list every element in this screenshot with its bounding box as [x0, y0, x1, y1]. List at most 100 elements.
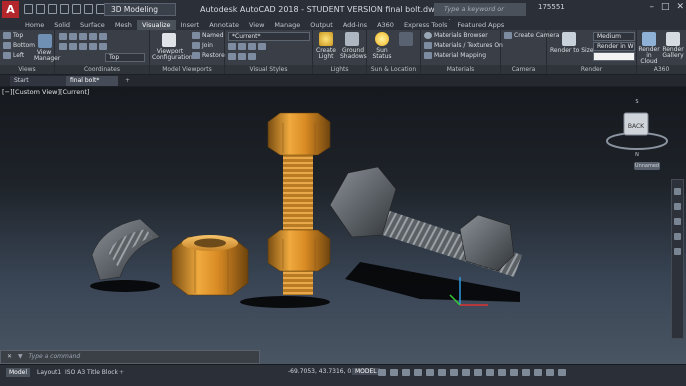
tab-manage[interactable]: Manage	[269, 20, 305, 30]
hardware-acceleration-icon[interactable]	[534, 369, 542, 376]
full-navigation-wheel-icon[interactable]	[674, 188, 681, 195]
silhouette-icon[interactable]	[258, 43, 266, 50]
clean-screen-icon[interactable]	[546, 369, 554, 376]
close-command-line-icon[interactable]: ✕	[7, 353, 12, 360]
snap-icon[interactable]	[390, 369, 398, 376]
tab-solid[interactable]: Solid	[49, 20, 75, 30]
undo-icon[interactable]	[84, 4, 93, 14]
wcs-menu[interactable]: Unnamed	[634, 162, 660, 170]
ortho-icon[interactable]	[402, 369, 410, 376]
autocad-logo-icon[interactable]: A	[2, 1, 19, 18]
opacity-icon[interactable]	[248, 53, 256, 60]
tab-surface[interactable]: Surface	[75, 20, 110, 30]
color-icon[interactable]	[238, 53, 246, 60]
render-cloud-label[interactable]: Render in Cloud	[638, 47, 660, 65]
ucs-world-icon[interactable]	[69, 33, 77, 40]
render-cloud-icon[interactable]	[642, 32, 656, 46]
join-viewports[interactable]: Join	[192, 42, 213, 49]
ucs-z-icon[interactable]	[79, 43, 87, 50]
render-target-dropdown[interactable]: Render in Wi...	[593, 42, 635, 51]
face-style-icon[interactable]	[238, 43, 246, 50]
tab-express-tools[interactable]: Express Tools	[399, 20, 452, 30]
tab-start[interactable]: Start	[10, 76, 66, 86]
search-input[interactable]: Type a keyword or phrase	[434, 3, 526, 26]
coordinates-dropdown[interactable]: Top	[105, 53, 145, 62]
save-as-icon[interactable]	[60, 4, 69, 14]
edge-icon[interactable]	[228, 43, 236, 50]
view-manager-icon[interactable]	[38, 34, 52, 48]
materials-browser[interactable]: Materials Browser	[424, 32, 488, 39]
orbit-icon[interactable]	[674, 233, 681, 240]
plot-icon[interactable]	[72, 4, 81, 14]
ucs-previous-icon[interactable]	[79, 33, 87, 40]
sun-icon[interactable]	[375, 32, 389, 46]
ucs-x-icon[interactable]	[59, 43, 67, 50]
ucs-icon[interactable]	[59, 33, 67, 40]
annotation-scale-icon[interactable]	[498, 369, 506, 376]
create-light-icon[interactable]	[319, 32, 333, 46]
render-gallery-icon[interactable]	[666, 32, 680, 46]
isolate-objects-icon[interactable]	[522, 369, 530, 376]
3d-osnap-icon[interactable]	[450, 369, 458, 376]
maximize-icon[interactable]: □	[661, 2, 670, 12]
viewcube[interactable]: BACK S N	[602, 93, 672, 163]
steel-bolt[interactable]	[329, 166, 522, 277]
pan-icon[interactable]	[674, 203, 681, 210]
isodraft-icon[interactable]	[426, 369, 434, 376]
new-tab-button[interactable]: +	[121, 76, 131, 86]
tab-visualize[interactable]: Visualize	[136, 20, 176, 30]
steel-half-nut[interactable]	[91, 218, 161, 281]
view-bottom[interactable]: Bottom	[3, 42, 35, 49]
view-top[interactable]: Top	[3, 32, 23, 39]
tab-home[interactable]: Home	[20, 20, 49, 30]
sky-background-icon[interactable]	[399, 32, 413, 46]
polar-icon[interactable]	[414, 369, 422, 376]
material-mapping[interactable]: Material Mapping	[424, 52, 486, 59]
ground-shadows-icon[interactable]	[345, 32, 359, 46]
render-to-size-label[interactable]: Render to Size	[550, 47, 594, 54]
named-viewports[interactable]: Named	[192, 32, 224, 39]
ucs-y-icon[interactable]	[69, 43, 77, 50]
minimize-icon[interactable]: –	[649, 2, 654, 12]
open-file-icon[interactable]	[36, 4, 45, 14]
workspace-switch-icon[interactable]	[510, 369, 518, 376]
grid-icon[interactable]	[378, 369, 386, 376]
showmotion-icon[interactable]	[674, 248, 681, 255]
zoom-extents-icon[interactable]	[674, 218, 681, 225]
new-file-icon[interactable]	[24, 4, 33, 14]
ucs-face-icon[interactable]	[89, 33, 97, 40]
materials-textures-toggle[interactable]: Materials / Textures On	[424, 42, 503, 49]
visual-style-dropdown[interactable]: *Current*	[228, 32, 310, 41]
tab-output[interactable]: Output	[305, 20, 338, 30]
tab-add-ins[interactable]: Add-ins	[338, 20, 372, 30]
restore-viewports[interactable]: Restore	[192, 52, 225, 59]
tab-final-bolt[interactable]: final bolt*	[66, 76, 118, 86]
tab-layout1[interactable]: Layout1	[34, 368, 64, 377]
command-input[interactable]: Type a command	[29, 353, 81, 360]
render-gallery-label[interactable]: Render Gallery	[661, 47, 685, 59]
tab-mesh[interactable]: Mesh	[110, 20, 137, 30]
xray-icon[interactable]	[228, 53, 236, 60]
close-icon[interactable]: ✕	[676, 2, 684, 12]
ucs-origin-icon[interactable]	[99, 43, 107, 50]
drawing-viewport[interactable]: [−][Custom View][Current] BACK S N Unnam…	[0, 87, 686, 364]
view-left[interactable]: Left	[3, 52, 24, 59]
view-manager-label[interactable]: View Manager	[34, 50, 60, 62]
workspace-dropdown[interactable]: 3D Modeling	[104, 3, 176, 16]
add-layout-button[interactable]: +	[116, 368, 127, 377]
customize-command-icon[interactable]: ▼	[18, 353, 23, 360]
save-icon[interactable]	[48, 4, 57, 14]
render-teapot-icon[interactable]	[562, 32, 576, 46]
tab-model[interactable]: Model	[6, 368, 31, 377]
ucs-view-icon[interactable]	[89, 43, 97, 50]
render-quality-dropdown[interactable]: Medium	[593, 32, 635, 41]
dynamic-ucs-icon[interactable]	[462, 369, 470, 376]
ucs-object-icon[interactable]	[99, 33, 107, 40]
create-light-label[interactable]: Create Light	[315, 48, 337, 60]
gizmo-icon[interactable]	[486, 369, 494, 376]
model-space-toggle[interactable]: MODEL	[352, 368, 380, 375]
render-size-field[interactable]	[593, 52, 635, 61]
ground-shadows-label[interactable]: Ground Shadows	[340, 48, 367, 60]
viewport-controls-label[interactable]: [−][Custom View][Current]	[2, 88, 89, 96]
tab-annotate[interactable]: Annotate	[204, 20, 244, 30]
